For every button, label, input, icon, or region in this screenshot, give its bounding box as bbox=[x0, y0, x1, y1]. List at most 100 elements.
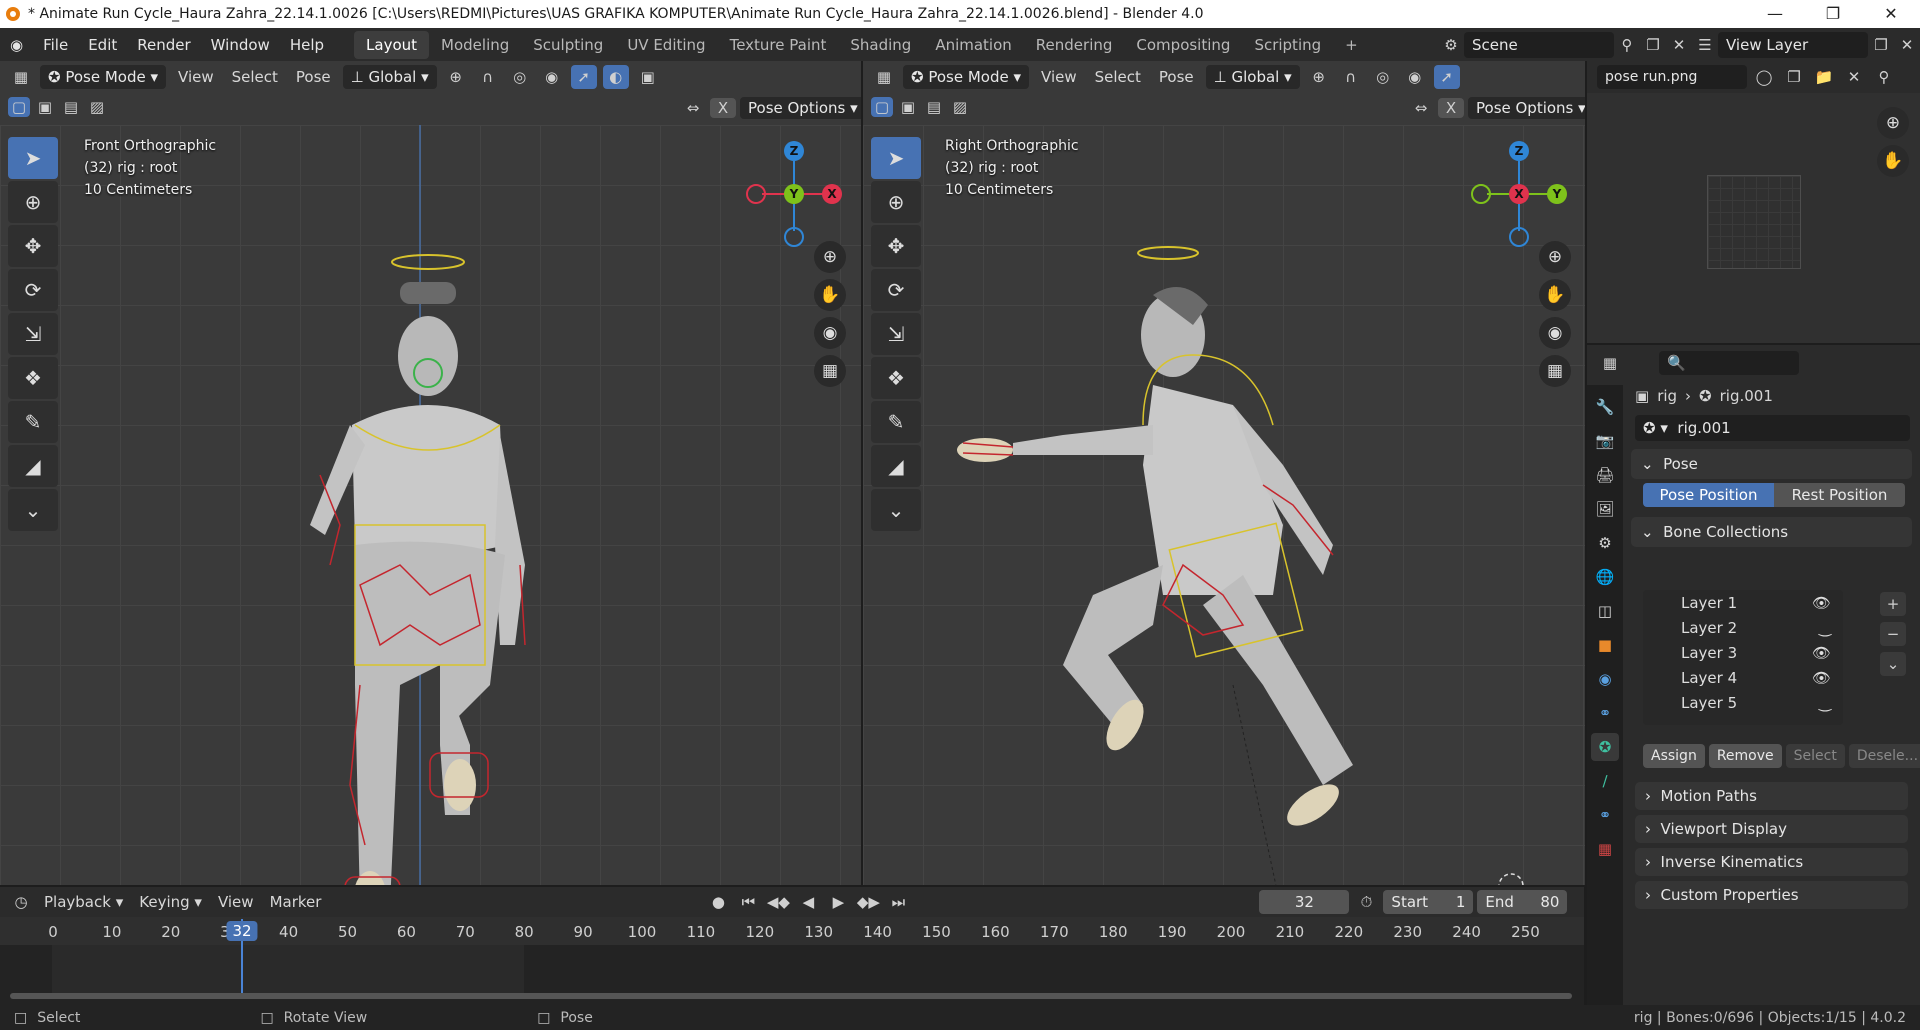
pivot-icon[interactable]: ⊕ bbox=[443, 65, 469, 89]
eye-icon[interactable]: 👁 bbox=[1812, 594, 1831, 612]
scene-icon[interactable]: ⚙ bbox=[1438, 33, 1464, 57]
new-view-layer-icon[interactable]: ❐ bbox=[1868, 33, 1894, 57]
viewport-right[interactable]: ▦ ✪ Pose Mode ▾ View Select Pose ⊥ Globa… bbox=[863, 61, 1585, 885]
physics-tab-icon[interactable]: ◉ bbox=[1591, 665, 1619, 693]
overlay-toggle-icon[interactable]: ◐ bbox=[602, 65, 629, 89]
render-tab-icon[interactable]: 📷 bbox=[1591, 427, 1619, 455]
pose-panel-header[interactable]: ⌄ Pose bbox=[1631, 449, 1912, 479]
visibility-icon[interactable]: ◉ bbox=[539, 65, 565, 89]
stopwatch-icon[interactable]: ⏱ bbox=[1353, 890, 1379, 914]
snap-icon[interactable]: ∩ bbox=[475, 65, 501, 89]
playhead-frame-badge[interactable]: 32 bbox=[226, 921, 258, 941]
view-layer-selector[interactable]: View Layer bbox=[1718, 31, 1868, 58]
play-reverse-icon[interactable]: ◀ bbox=[795, 890, 821, 914]
tab-scripting[interactable]: Scripting bbox=[1242, 31, 1333, 59]
object-tab-icon[interactable]: ■ bbox=[1591, 631, 1619, 659]
snap-icon[interactable]: ∩ bbox=[1338, 65, 1364, 89]
bone-constraints-tab-icon[interactable]: ⚭ bbox=[1591, 801, 1619, 829]
viewport-display-panel[interactable]: › Viewport Display bbox=[1635, 815, 1908, 843]
unlink-image-icon[interactable]: ✕ bbox=[1841, 65, 1867, 89]
proportional-icon[interactable]: ◎ bbox=[1370, 65, 1396, 89]
collection-tab-icon[interactable]: ◫ bbox=[1591, 597, 1619, 625]
xray-icon[interactable]: ▣ bbox=[635, 65, 661, 89]
eye-icon[interactable]: 👁 bbox=[1812, 669, 1831, 687]
end-frame-field[interactable]: End 80 bbox=[1477, 890, 1568, 914]
jump-end-icon[interactable]: ⏭ bbox=[885, 890, 911, 914]
delete-scene-icon[interactable]: ✕ bbox=[1666, 33, 1692, 57]
eye-closed-icon[interactable]: ‿ bbox=[1819, 619, 1831, 637]
gizmo-toggle-icon[interactable]: ➚ bbox=[1433, 65, 1460, 89]
bone-tab-icon[interactable]: ∕ bbox=[1591, 767, 1619, 795]
list-item[interactable]: Layer 5 ‿ bbox=[1643, 690, 1843, 715]
bone-collections-header[interactable]: ⌄ Bone Collections bbox=[1631, 517, 1912, 547]
tab-rendering[interactable]: Rendering bbox=[1024, 31, 1125, 59]
tool-tab-icon[interactable]: 🔧 bbox=[1591, 393, 1619, 421]
visibility-icon[interactable]: ◉ bbox=[1402, 65, 1428, 89]
maximize-button[interactable]: ❐ bbox=[1804, 0, 1862, 28]
scene-tab-icon[interactable]: ⚙ bbox=[1591, 529, 1619, 557]
tab-modeling[interactable]: Modeling bbox=[429, 31, 521, 59]
open-image-icon[interactable]: 📁 bbox=[1811, 65, 1837, 89]
chevron-down-icon[interactable]: ⌄ bbox=[1880, 652, 1906, 676]
eye-closed-icon[interactable]: ‿ bbox=[1819, 694, 1831, 712]
orientation-selector[interactable]: ⊥ Global ▾ bbox=[1205, 65, 1300, 89]
list-item[interactable]: Layer 4 👁 bbox=[1643, 665, 1843, 690]
scene-selector[interactable]: Scene bbox=[1464, 31, 1614, 58]
record-icon[interactable]: ● bbox=[705, 890, 731, 914]
viewport-left[interactable]: ▦ ✪ Pose Mode ▾ View Select Pose ⊥ Globa… bbox=[0, 61, 861, 885]
next-keyframe-icon[interactable]: ◆▶ bbox=[855, 890, 881, 914]
tab-texture-paint[interactable]: Texture Paint bbox=[718, 31, 839, 59]
armature-tab-icon[interactable]: ✪ bbox=[1591, 733, 1619, 761]
pan-hand-icon[interactable]: ✋ bbox=[1877, 145, 1909, 177]
pivot-icon[interactable]: ⊕ bbox=[1306, 65, 1332, 89]
menu-render[interactable]: Render bbox=[127, 36, 200, 54]
editor-type-icon[interactable]: ▦ bbox=[871, 65, 897, 89]
remove-icon[interactable]: − bbox=[1880, 622, 1906, 646]
mirror-x-button[interactable]: X bbox=[710, 98, 736, 118]
menu-edit[interactable]: Edit bbox=[78, 36, 127, 54]
menu-marker[interactable]: Marker bbox=[264, 893, 328, 911]
select-invert-icon[interactable]: ▨ bbox=[86, 97, 108, 117]
menu-select[interactable]: Select bbox=[226, 68, 284, 86]
menu-view[interactable]: View bbox=[212, 893, 260, 911]
editor-type-icon[interactable]: ▦ bbox=[8, 65, 34, 89]
pose-options-dropdown[interactable]: Pose Options ▾ bbox=[1468, 97, 1585, 119]
new-image-icon[interactable]: ❐ bbox=[1781, 65, 1807, 89]
mode-selector[interactable]: ✪ Pose Mode ▾ bbox=[40, 65, 167, 89]
inverse-kinematics-panel[interactable]: › Inverse Kinematics bbox=[1635, 848, 1908, 876]
select-subtract-icon[interactable]: ▤ bbox=[60, 97, 82, 117]
menu-file[interactable]: File bbox=[33, 36, 78, 54]
image-name-field[interactable]: pose run.png bbox=[1597, 65, 1747, 89]
add-icon[interactable]: + bbox=[1880, 592, 1906, 616]
output-tab-icon[interactable]: 🖨 bbox=[1591, 461, 1619, 489]
deselect-button[interactable]: Desele... bbox=[1848, 744, 1920, 768]
select-new-icon[interactable]: ▢ bbox=[871, 97, 893, 117]
zoom-icon[interactable]: ⊕ bbox=[1877, 107, 1909, 139]
play-icon[interactable]: ▶ bbox=[825, 890, 851, 914]
tab-animation[interactable]: Animation bbox=[923, 31, 1023, 59]
menu-help[interactable]: Help bbox=[280, 36, 334, 54]
select-button[interactable]: Select bbox=[1785, 744, 1845, 768]
world-tab-icon[interactable]: 🌐 bbox=[1591, 563, 1619, 591]
timeline-editor[interactable]: ◷ Playback ▾ Keying ▾ View Marker ● ⏮ ◀◆… bbox=[0, 887, 1584, 1005]
menu-playback[interactable]: Playback ▾ bbox=[38, 893, 129, 911]
select-extend-icon[interactable]: ▣ bbox=[897, 97, 919, 117]
tab-sculpting[interactable]: Sculpting bbox=[521, 31, 615, 59]
new-scene-icon[interactable]: ❐ bbox=[1640, 33, 1666, 57]
select-extend-icon[interactable]: ▣ bbox=[34, 97, 56, 117]
fake-user-icon[interactable]: ◯ bbox=[1751, 65, 1777, 89]
image-editor[interactable]: pose run.png ◯ ❐ 📁 ✕ ⚲ ⊕ ✋ bbox=[1587, 61, 1920, 343]
list-item[interactable]: Layer 2 ‿ bbox=[1643, 615, 1843, 640]
start-frame-field[interactable]: Start 1 bbox=[1383, 890, 1474, 914]
armature-name-field[interactable]: ✪ ▾ rig.001 bbox=[1635, 415, 1910, 441]
assign-button[interactable]: Assign bbox=[1643, 744, 1705, 768]
pose-position-button[interactable]: Pose Position bbox=[1643, 483, 1774, 507]
gizmo-toggle-icon[interactable]: ➚ bbox=[570, 65, 597, 89]
tab-compositing[interactable]: Compositing bbox=[1124, 31, 1242, 59]
custom-properties-panel[interactable]: › Custom Properties bbox=[1635, 881, 1908, 909]
texture-tab-icon[interactable]: ▦ bbox=[1591, 835, 1619, 863]
view-layer-icon[interactable]: ☰ bbox=[1692, 33, 1718, 57]
tab-layout[interactable]: Layout bbox=[354, 30, 430, 59]
jump-start-icon[interactable]: ⏮ bbox=[735, 890, 761, 914]
menu-window[interactable]: Window bbox=[201, 36, 280, 54]
